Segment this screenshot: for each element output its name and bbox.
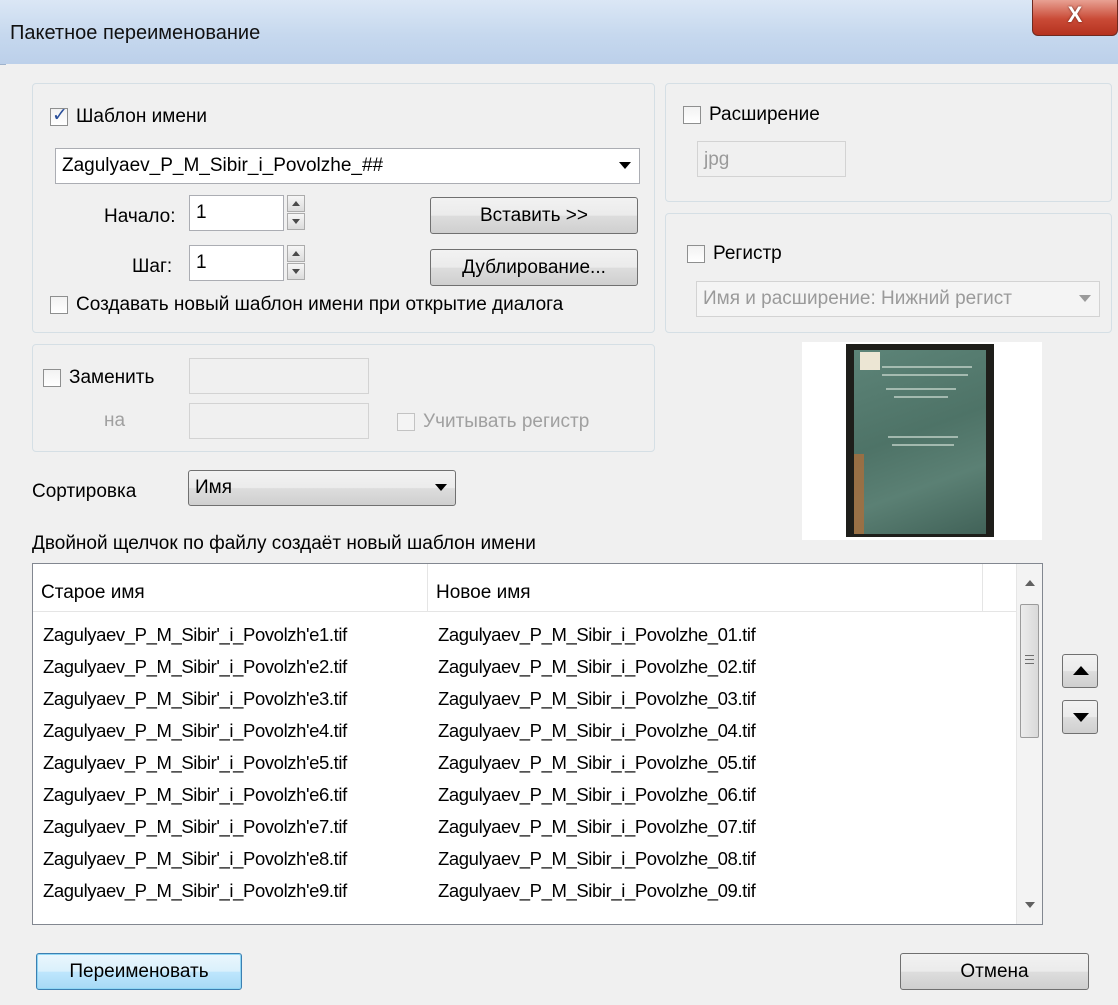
new-name-cell[interactable]: Zagulyaev_P_M_Sibir_i_Povolzhe_06.tif: [438, 784, 756, 816]
case-label: Регистр: [713, 243, 782, 264]
new-name-cell[interactable]: Zagulyaev_P_M_Sibir_i_Povolzhe_05.tif: [438, 752, 756, 784]
replace-checkbox[interactable]: [43, 369, 61, 387]
replace-label: Заменить: [69, 367, 155, 388]
move-down-button[interactable]: [1062, 700, 1098, 734]
old-name-cell[interactable]: Zagulyaev_P_M_Sibir'_i_Povolzh'e4.tif: [43, 720, 347, 752]
arrow-up-icon: [1073, 666, 1089, 675]
close-button[interactable]: X: [1032, 0, 1118, 36]
scroll-down-icon[interactable]: [1025, 902, 1035, 908]
column-header-filler: [983, 564, 1018, 612]
new-name-cell[interactable]: Zagulyaev_P_M_Sibir_i_Povolzhe_08.tif: [438, 848, 756, 880]
duplicate-button[interactable]: Дублирование...: [430, 249, 638, 286]
extension-checkbox[interactable]: [683, 106, 701, 124]
hint-text: Двойной щелчок по файлу создаёт новый ша…: [32, 533, 536, 554]
close-icon: X: [1067, 2, 1083, 27]
new-name-cell[interactable]: Zagulyaev_P_M_Sibir_i_Povolzhe_02.tif: [438, 656, 756, 688]
template-value: Zagulyaev_P_M_Sibir_i_Povolzhe_##: [62, 155, 384, 176]
scroll-up-icon[interactable]: [1025, 580, 1035, 586]
new-name-cell[interactable]: Zagulyaev_P_M_Sibir_i_Povolzhe_04.tif: [438, 720, 756, 752]
rename-button[interactable]: Переименовать: [36, 953, 242, 990]
extension-value: jpg: [704, 149, 730, 170]
sort-value: Имя: [195, 477, 233, 498]
column-header-new-name[interactable]: Новое имя: [428, 564, 983, 612]
template-checkbox-label: Шаблон имени: [76, 106, 207, 127]
column-header-old-name[interactable]: Старое имя: [33, 564, 428, 612]
arrow-down-icon: [1073, 713, 1089, 722]
new-name-cell[interactable]: Zagulyaev_P_M_Sibir_i_Povolzhe_07.tif: [438, 816, 756, 848]
preview-image: [802, 342, 1042, 540]
cancel-button[interactable]: Отмена: [900, 953, 1089, 990]
spin-down-icon[interactable]: [287, 263, 305, 280]
insert-button[interactable]: Вставить >>: [430, 197, 638, 234]
case-value: Имя и расширение: Нижний регист: [703, 288, 1012, 309]
book-cover-image: [846, 344, 994, 537]
spin-down-icon[interactable]: [287, 213, 305, 230]
list-scrollbar[interactable]: [1016, 564, 1042, 924]
title-bar: Пакетное переименование X: [0, 0, 1118, 65]
template-combo[interactable]: Zagulyaev_P_M_Sibir_i_Povolzhe_##: [55, 148, 640, 184]
spin-up-icon[interactable]: [287, 195, 305, 212]
old-name-cell[interactable]: Zagulyaev_P_M_Sibir'_i_Povolzh'e6.tif: [43, 784, 347, 816]
start-value: 1: [196, 202, 207, 223]
template-checkbox[interactable]: [50, 104, 68, 127]
sort-label: Сортировка: [32, 481, 137, 502]
old-name-cell[interactable]: Zagulyaev_P_M_Sibir'_i_Povolzh'e3.tif: [43, 688, 347, 720]
extension-input[interactable]: jpg: [697, 141, 846, 177]
spin-up-icon[interactable]: [287, 245, 305, 262]
replace-with-input[interactable]: [189, 403, 369, 439]
old-name-cell[interactable]: Zagulyaev_P_M_Sibir'_i_Povolzh'e2.tif: [43, 656, 347, 688]
file-list[interactable]: Старое имя Новое имя Zagulyaev_P_M_Sibir…: [32, 563, 1043, 925]
case-checkbox[interactable]: [687, 245, 705, 263]
match-case-label: Учитывать регистр: [423, 411, 590, 432]
start-input[interactable]: 1: [189, 195, 284, 231]
new-name-cell[interactable]: Zagulyaev_P_M_Sibir_i_Povolzhe_09.tif: [438, 880, 756, 912]
replace-with-label: на: [104, 410, 126, 431]
new-template-checkbox[interactable]: [50, 296, 68, 314]
step-value: 1: [196, 252, 207, 273]
move-up-button[interactable]: [1062, 654, 1098, 688]
chevron-down-icon[interactable]: [619, 162, 631, 169]
new-name-cell[interactable]: Zagulyaev_P_M_Sibir_i_Povolzhe_03.tif: [438, 688, 756, 720]
chevron-down-icon[interactable]: [435, 484, 447, 491]
window-title: Пакетное переименование: [10, 22, 261, 44]
new-name-cell[interactable]: Zagulyaev_P_M_Sibir_i_Povolzhe_01.tif: [438, 624, 756, 656]
step-input[interactable]: 1: [189, 245, 284, 281]
start-label: Начало:: [104, 206, 176, 227]
step-label: Шаг:: [132, 256, 173, 277]
start-spinner[interactable]: [287, 195, 305, 231]
extension-label: Расширение: [709, 104, 820, 125]
chevron-down-icon[interactable]: [1079, 295, 1091, 302]
sort-combo[interactable]: Имя: [188, 470, 456, 506]
replace-find-input[interactable]: [189, 358, 369, 394]
old-name-cell[interactable]: Zagulyaev_P_M_Sibir'_i_Povolzh'e7.tif: [43, 816, 347, 848]
match-case-checkbox[interactable]: [397, 413, 415, 431]
scroll-thumb[interactable]: [1020, 604, 1039, 738]
old-name-cell[interactable]: Zagulyaev_P_M_Sibir'_i_Povolzh'e5.tif: [43, 752, 347, 784]
new-template-label: Создавать новый шаблон имени при открыти…: [76, 294, 564, 315]
old-name-cell[interactable]: Zagulyaev_P_M_Sibir'_i_Povolzh'e9.tif: [43, 880, 347, 912]
old-name-cell[interactable]: Zagulyaev_P_M_Sibir'_i_Povolzh'e8.tif: [43, 848, 347, 880]
case-combo[interactable]: Имя и расширение: Нижний регист: [696, 281, 1100, 317]
old-name-cell[interactable]: Zagulyaev_P_M_Sibir'_i_Povolzh'e1.tif: [43, 624, 347, 656]
step-spinner[interactable]: [287, 245, 305, 281]
